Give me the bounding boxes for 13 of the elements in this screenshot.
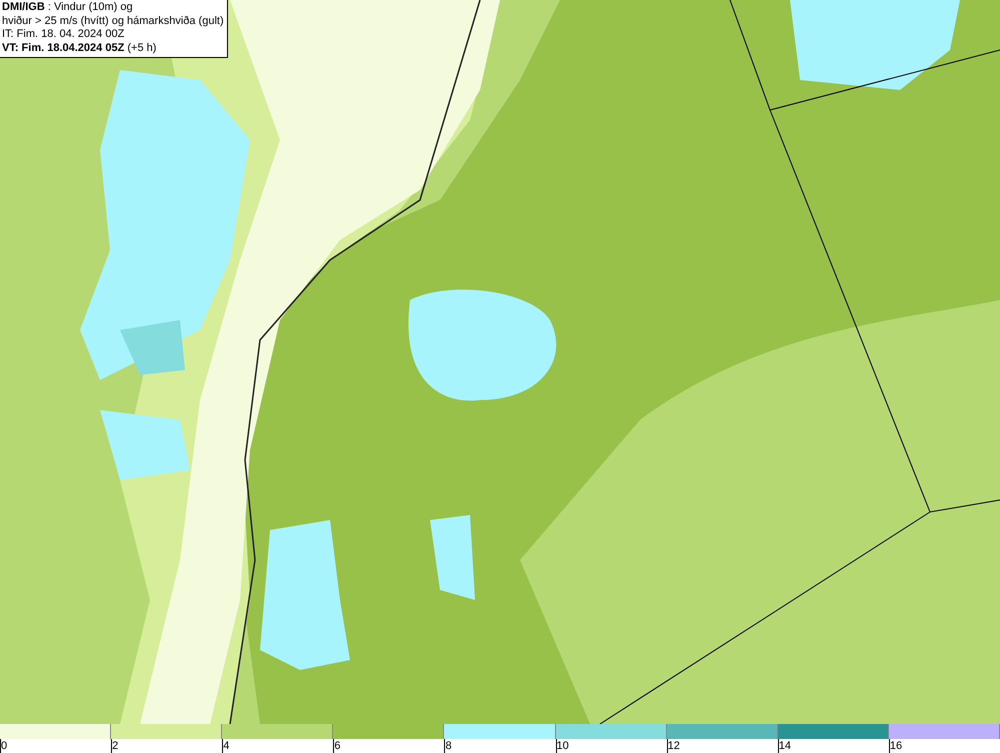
legend-tick-label: 4 [222,739,230,753]
legend-tick-label: 10 [556,739,569,753]
legend-tick-label: 0 [0,739,8,753]
legend-tick-label: 14 [778,739,792,753]
map-caption-line: DMI/IGB : Vindur (10m) og [2,1,134,14]
legend-tick-label: 16 [888,739,902,753]
legend-tick-label: 6 [333,739,340,753]
map-caption-line: hviður > 25 m/s (hvítt) og hámarkshviða (gult) [2,14,224,28]
legend-tick-label: 8 [444,739,452,753]
legend-tick-label: 12 [666,739,680,753]
map-caption-line: VT: Fim. 18.04.2024 05Z (+5 h) [2,42,158,55]
legend-tick-label: 2 [111,739,118,753]
map-caption-line: IT: Fim. 18. 04. 2024 00Z [2,28,126,42]
